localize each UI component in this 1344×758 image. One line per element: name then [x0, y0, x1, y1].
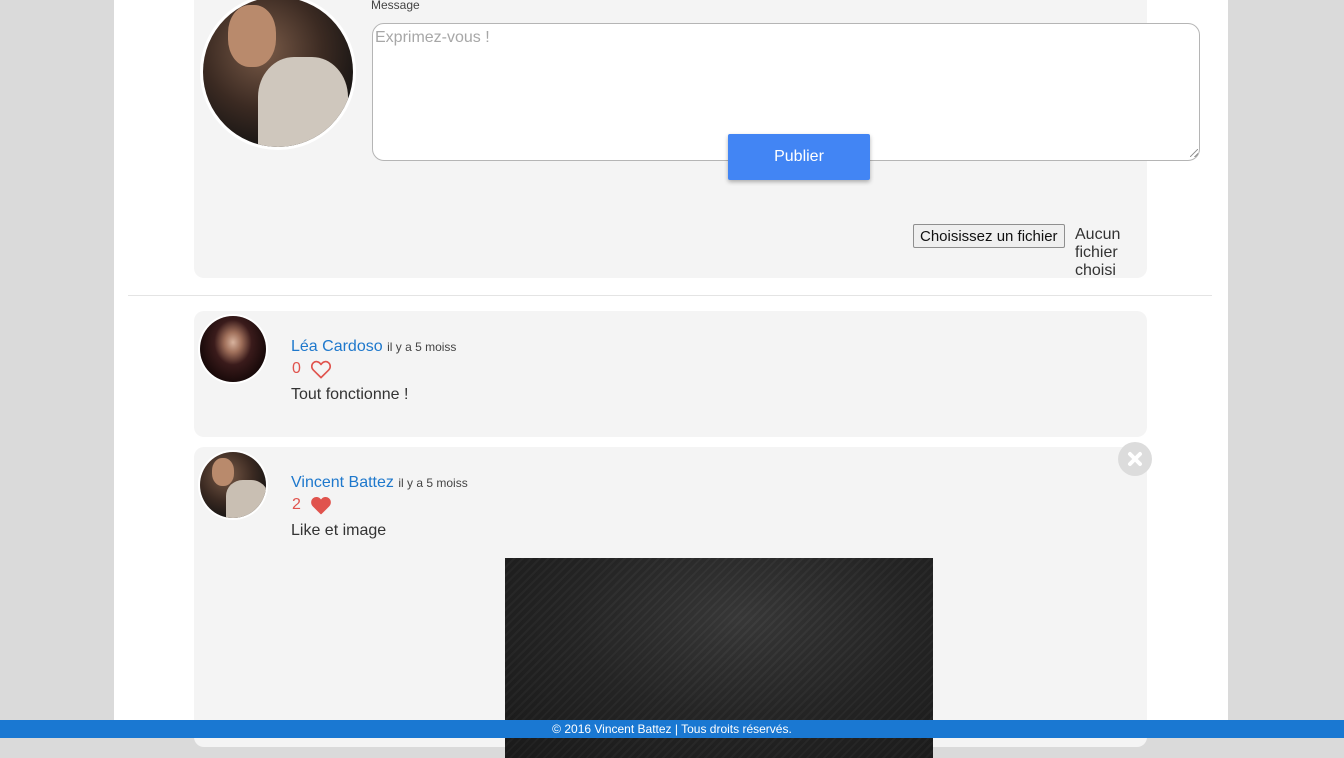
post-card: Léa Cardoso il y a 5 moiss 0 Tout foncti…: [194, 311, 1147, 437]
divider: [128, 295, 1212, 296]
post-text: Tout fonctionne !: [291, 386, 409, 403]
close-icon: [1128, 452, 1142, 466]
author-link[interactable]: Vincent Battez: [291, 474, 394, 491]
publish-button[interactable]: Publier: [728, 134, 870, 180]
current-user-avatar: [203, 0, 353, 147]
post-time: il y a 5 moiss: [398, 476, 468, 490]
like-count: 2: [292, 496, 301, 513]
author-avatar[interactable]: [200, 316, 266, 382]
page-container: Message Publier Choisissez un fichier Au…: [114, 0, 1228, 758]
post-time: il y a 5 moiss: [387, 340, 457, 354]
compose-panel: Message Publier Choisissez un fichier Au…: [194, 0, 1200, 279]
textarea-resize-handle[interactable]: [1190, 149, 1198, 157]
file-status: Aucun fichier choisi: [1075, 226, 1121, 279]
footer: © 2016 Vincent Battez | Tous droits rése…: [0, 720, 1344, 738]
choose-file-button[interactable]: Choisissez un fichier: [913, 224, 1065, 248]
message-label: Message: [371, 0, 420, 12]
like-count: 0: [292, 360, 301, 377]
heart-outline-icon[interactable]: [310, 359, 332, 379]
delete-post-button[interactable]: [1118, 442, 1152, 476]
author-link[interactable]: Léa Cardoso: [291, 338, 383, 355]
post-header: Vincent Battez il y a 5 moiss: [291, 474, 468, 492]
post-header: Léa Cardoso il y a 5 moiss: [291, 338, 456, 356]
post-card: Vincent Battez il y a 5 moiss 2 Like et …: [194, 442, 1152, 758]
post-text: Like et image: [291, 522, 387, 539]
author-avatar[interactable]: [200, 452, 266, 518]
heart-filled-icon[interactable]: [310, 495, 332, 515]
